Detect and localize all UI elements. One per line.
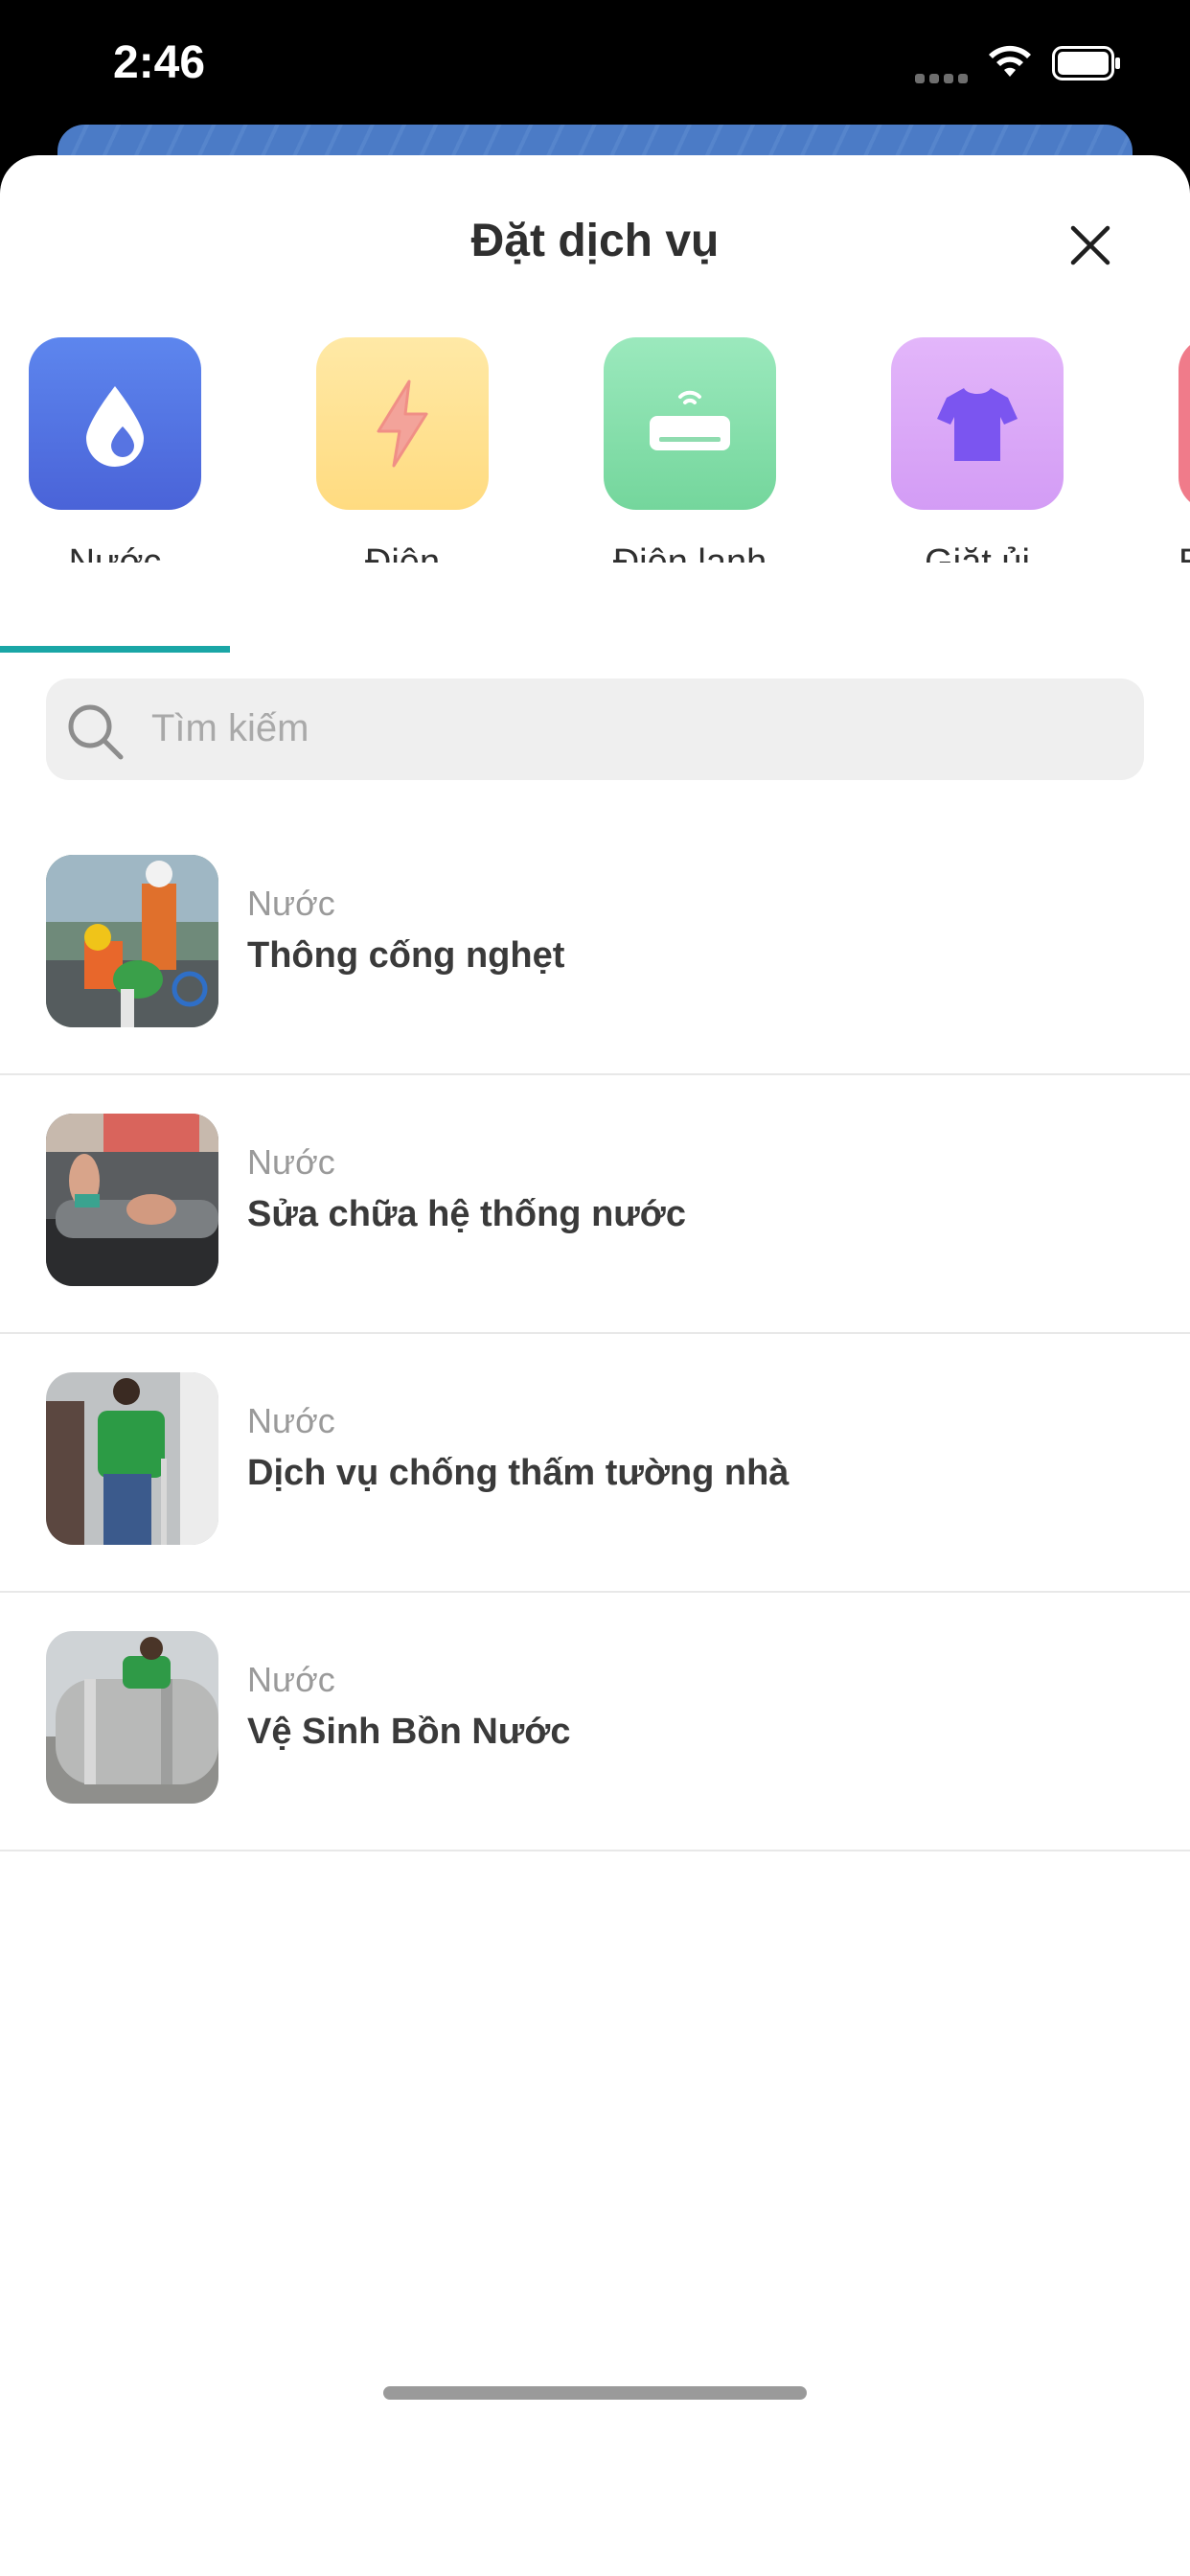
service-booking-sheet: Đặt dịch vụ Nước Điện Điện lạnh Giặt ủi … xyxy=(0,155,1190,2576)
service-thumbnail xyxy=(46,1114,218,1286)
list-item[interactable]: Nước Thông cống nghẹt xyxy=(0,816,1190,1075)
service-list: Nước Thông cống nghẹt Nước Sửa chữa hệ t… xyxy=(0,816,1190,1852)
category-tabs: Nước Điện Điện lạnh Giặt ủi xyxy=(0,337,1190,563)
list-item[interactable]: Nước Dịch vụ chống thấm tường nhà xyxy=(0,1334,1190,1593)
service-thumbnail xyxy=(46,855,218,1027)
close-icon[interactable] xyxy=(1065,220,1115,270)
cellular-signal-icon xyxy=(915,71,973,88)
category-tab-giat-ui[interactable]: Giặt ủi xyxy=(891,337,1064,563)
lightning-icon xyxy=(316,337,489,510)
search-icon xyxy=(68,704,124,760)
category-tab-dien[interactable]: Điện xyxy=(316,337,489,563)
service-category: Nước xyxy=(247,1142,335,1182)
air-conditioner-icon xyxy=(604,337,776,510)
service-name: Sửa chữa hệ thống nước xyxy=(247,1194,686,1234)
search-input[interactable]: Tìm kiếm xyxy=(46,678,1144,780)
service-name: Dịch vụ chống thấm tường nhà xyxy=(247,1453,790,1493)
home-indicator[interactable] xyxy=(383,2386,807,2400)
category-label: Nước xyxy=(68,542,162,563)
partial-category-icon xyxy=(1179,337,1190,510)
status-bar: 2:46 xyxy=(0,0,1190,134)
list-item[interactable]: Nước Vệ Sinh Bồn Nước xyxy=(0,1593,1190,1852)
service-category: Nước xyxy=(247,884,335,923)
service-name: Thông cống nghẹt xyxy=(247,935,565,976)
service-thumbnail xyxy=(46,1372,218,1545)
t-shirt-icon xyxy=(891,337,1064,510)
battery-icon xyxy=(1052,46,1120,80)
category-label: Giặt ủi xyxy=(925,542,1030,563)
category-tab-dien-lanh[interactable]: Điện lạnh xyxy=(604,337,776,563)
category-tab-partial[interactable]: E xyxy=(1179,337,1190,563)
category-tab-nuoc[interactable]: Nước xyxy=(29,337,201,563)
service-category: Nước xyxy=(247,1660,335,1699)
sheet-title: Đặt dịch vụ xyxy=(470,216,720,266)
wifi-icon xyxy=(989,45,1031,77)
search-placeholder: Tìm kiếm xyxy=(151,707,309,749)
category-label: Điện lạnh xyxy=(612,542,767,563)
water-drop-icon xyxy=(29,337,201,510)
list-item[interactable]: Nước Sửa chữa hệ thống nước xyxy=(0,1075,1190,1334)
service-category: Nước xyxy=(247,1401,335,1440)
category-label: E xyxy=(1179,542,1190,563)
status-time: 2:46 xyxy=(113,37,206,88)
service-name: Vệ Sinh Bồn Nước xyxy=(247,1712,571,1752)
service-thumbnail xyxy=(46,1631,218,1804)
category-label: Điện xyxy=(364,542,441,563)
active-tab-indicator xyxy=(0,646,230,653)
